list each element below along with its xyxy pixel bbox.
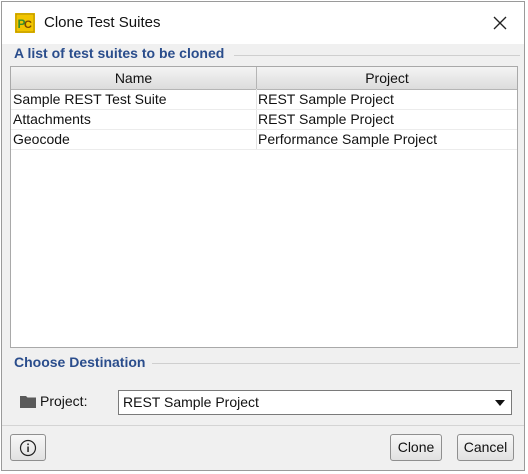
suite-project: REST Sample Project bbox=[258, 91, 394, 107]
row-separator bbox=[11, 149, 517, 150]
folder-icon bbox=[20, 396, 36, 408]
svg-text:C: C bbox=[24, 19, 32, 31]
title-bar: P C Clone Test Suites bbox=[2, 2, 524, 44]
table-row[interactable]: Geocode Performance Sample Project bbox=[11, 130, 517, 149]
project-select[interactable]: REST Sample Project bbox=[118, 390, 512, 415]
clone-button[interactable]: Clone bbox=[390, 434, 442, 461]
destination-legend: Choose Destination bbox=[14, 354, 149, 370]
table-row[interactable]: Attachments REST Sample Project bbox=[11, 110, 517, 129]
close-icon bbox=[493, 16, 507, 30]
info-icon bbox=[19, 439, 37, 457]
info-button[interactable] bbox=[10, 434, 46, 461]
suite-name: Sample REST Test Suite bbox=[13, 91, 167, 107]
project-select-value: REST Sample Project bbox=[123, 394, 259, 410]
project-label: Project: bbox=[40, 393, 88, 409]
suite-project: Performance Sample Project bbox=[258, 131, 437, 147]
group-border bbox=[234, 55, 520, 56]
column-header-name[interactable]: Name bbox=[11, 67, 257, 89]
suite-name: Attachments bbox=[13, 111, 91, 127]
suite-project: REST Sample Project bbox=[258, 111, 394, 127]
cancel-button[interactable]: Cancel bbox=[457, 434, 514, 461]
clone-test-suites-dialog: P C Clone Test Suites A list of test sui… bbox=[1, 1, 525, 471]
window-title: Clone Test Suites bbox=[44, 14, 161, 31]
column-header-project[interactable]: Project bbox=[257, 67, 517, 89]
suites-table[interactable]: Name Project Sample REST Test Suite REST… bbox=[10, 66, 518, 348]
close-button[interactable] bbox=[486, 10, 514, 36]
suites-legend: A list of test suites to be cloned bbox=[14, 45, 228, 61]
table-header: Name Project bbox=[11, 67, 517, 90]
chevron-down-icon bbox=[495, 400, 505, 406]
table-row[interactable]: Sample REST Test Suite REST Sample Proje… bbox=[11, 90, 517, 109]
group-border bbox=[152, 363, 520, 364]
button-bar-separator bbox=[2, 425, 524, 426]
suite-name: Geocode bbox=[13, 131, 70, 147]
soapui-icon: P C bbox=[15, 13, 35, 33]
